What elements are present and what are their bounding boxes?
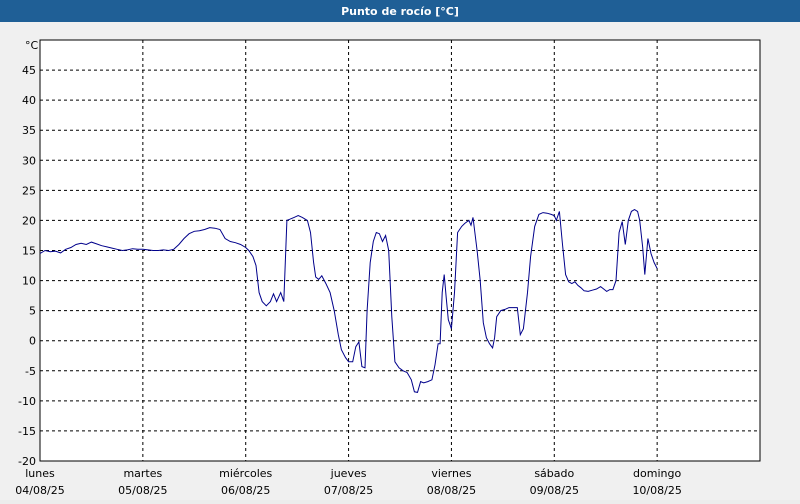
x-tick-date-label: 06/08/25 (221, 484, 270, 497)
x-tick-date-label: 09/08/25 (530, 484, 579, 497)
y-axis-ticks: -20-15-10-5051015202530354045 (18, 64, 36, 468)
x-tick-date-label: 05/08/25 (118, 484, 167, 497)
x-tick-date-label: 10/08/25 (632, 484, 681, 497)
y-tick-label: 45 (22, 64, 36, 77)
x-tick-day-label: viernes (431, 467, 471, 480)
x-tick-date-label: 08/08/25 (427, 484, 476, 497)
y-tick-label: -5 (25, 365, 36, 378)
y-tick-label: -15 (18, 425, 36, 438)
x-tick-day-label: lunes (25, 467, 55, 480)
y-tick-label: -10 (18, 395, 36, 408)
chart-title: Punto de rocío [°C] (0, 0, 800, 22)
chart-frame: -20 -15 -10 -5 0 5 10 15 20 25 30 35 40 45 lunes 04/08… (0, 22, 800, 500)
x-tick-day-label: martes (123, 467, 162, 480)
x-tick-day-label: domingo (633, 467, 681, 480)
x-tick-day-label: miércoles (219, 467, 272, 480)
y-tick-label: 40 (22, 94, 36, 107)
dew-point-chart: -20-15-10-5051015202530354045 lunes04/08… (15, 39, 761, 497)
y-tick-label: 20 (22, 214, 36, 227)
x-tick-date-label: 04/08/25 (15, 484, 64, 497)
x-tick-day-label: jueves (330, 467, 367, 480)
x-tick-day-label: sábado (534, 467, 574, 480)
y-tick-label: 10 (22, 275, 36, 288)
y-tick-label: 15 (22, 245, 36, 258)
y-tick-label: 35 (22, 124, 36, 137)
y-tick-label: 0 (29, 335, 36, 348)
y-axis-unit: °C (25, 39, 39, 52)
y-tick-label: 25 (22, 184, 36, 197)
x-tick-date-label: 07/08/25 (324, 484, 373, 497)
y-tick-label: 30 (22, 154, 36, 167)
y-tick-label: 5 (29, 305, 36, 318)
x-axis-ticks: lunes 04/08/25 martes 05/08/25 miércoles 06/0… (15, 467, 682, 497)
